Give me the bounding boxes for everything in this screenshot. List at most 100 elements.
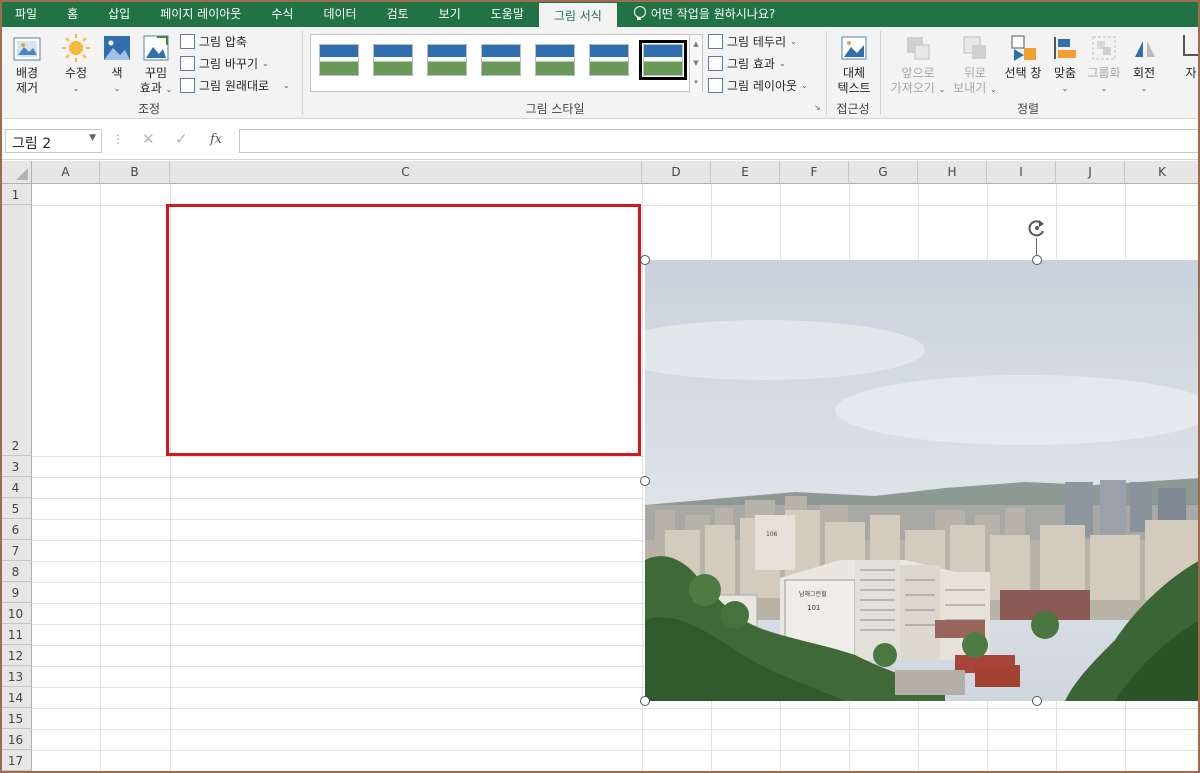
row-header[interactable]: 4: [0, 477, 32, 498]
tab-help[interactable]: 도움말: [476, 0, 539, 27]
resize-handle-middle-left[interactable]: [640, 476, 650, 486]
bring-forward-label-2: 가져오기: [890, 81, 935, 95]
row-header[interactable]: 2: [0, 205, 32, 456]
row-header[interactable]: 12: [0, 645, 32, 666]
tab-data[interactable]: 데이터: [308, 0, 371, 27]
column-header[interactable]: G: [849, 161, 918, 184]
resize-handle-top-left[interactable]: [640, 255, 650, 265]
row-header[interactable]: 16: [0, 729, 32, 750]
reset-picture-button[interactable]: 그림 원래대로 ⌄: [180, 77, 290, 94]
send-backward-button[interactable]: 뒤로 보내기 ⌄: [950, 33, 1000, 97]
resize-handle-top-middle[interactable]: [1032, 255, 1042, 265]
align-button[interactable]: 맞춤 ⌄: [1048, 33, 1082, 96]
sun-icon: [61, 33, 91, 63]
color-button[interactable]: 색 ⌄: [100, 33, 134, 96]
row-header[interactable]: 6: [0, 519, 32, 540]
alt-text-button[interactable]: 대체 텍스트: [832, 33, 876, 96]
alt-text-label-1: 대체: [842, 66, 866, 80]
row-header[interactable]: 8: [0, 561, 32, 582]
adjust-group-label: 조정: [137, 102, 161, 116]
group-divider: [302, 31, 303, 115]
column-header[interactable]: C: [170, 161, 642, 184]
column-header[interactable]: E: [711, 161, 780, 184]
gallery-scroll[interactable]: ▲ ▼ ▾: [689, 35, 702, 93]
selection-pane-button[interactable]: 선택 창: [1002, 33, 1044, 81]
name-box[interactable]: 그림 2 ▼: [5, 129, 102, 153]
row-header[interactable]: 15: [0, 708, 32, 729]
row-header[interactable]: 14: [0, 687, 32, 708]
rotate-handle-icon[interactable]: [1027, 218, 1047, 238]
column-header[interactable]: F: [780, 161, 849, 184]
building-sign-name: 남해그린힐: [799, 590, 827, 598]
cancel-icon[interactable]: ✕: [142, 130, 155, 148]
row-header[interactable]: 3: [0, 456, 32, 477]
tab-review[interactable]: 검토: [372, 0, 424, 27]
remove-background-label-1: 배경: [15, 66, 39, 80]
gridline: [32, 729, 1200, 730]
tab-picture-format[interactable]: 그림 서식: [538, 3, 617, 27]
chevron-down-icon: ⌄: [801, 81, 808, 90]
tab-file[interactable]: 파일: [0, 0, 52, 27]
resize-handle-bottom-left[interactable]: [640, 696, 650, 706]
tab-formulas[interactable]: 수식: [256, 0, 308, 27]
gridline: [100, 184, 101, 773]
row-header[interactable]: 17: [0, 750, 32, 771]
picture-style-7[interactable]: [639, 40, 687, 80]
enter-icon[interactable]: ✓: [175, 130, 188, 148]
tab-insert[interactable]: 삽입: [93, 0, 145, 27]
tab-home[interactable]: 홈: [52, 0, 93, 27]
picture-style-4[interactable]: [481, 44, 521, 76]
picture-style-1[interactable]: [319, 44, 359, 76]
formula-input[interactable]: [239, 129, 1199, 153]
red-rectangle-shape[interactable]: [166, 204, 641, 456]
picture-style-6[interactable]: [589, 44, 629, 76]
column-header[interactable]: H: [918, 161, 987, 184]
picture-style-2[interactable]: [373, 44, 413, 76]
compress-pictures-button[interactable]: 그림 압축: [180, 33, 247, 50]
dialog-launcher-icon[interactable]: ↘: [814, 103, 821, 112]
remove-background-button[interactable]: 배경 제거: [8, 33, 46, 96]
chevron-down-icon: ⌄: [1100, 84, 1108, 93]
ribbon-tabs: 파일 홈 삽입 페이지 레이아웃 수식 데이터 검토 보기 도움말 그림 서식 …: [0, 0, 1200, 27]
row-header[interactable]: 13: [0, 666, 32, 687]
group-button[interactable]: 그룹화 ⌄: [1084, 33, 1124, 96]
chevron-down-icon[interactable]: ▼: [89, 133, 96, 143]
picture-layout-label: 그림 레이아웃: [727, 79, 798, 93]
effects-icon: [708, 56, 723, 71]
column-header[interactable]: J: [1056, 161, 1125, 184]
picture-styles-gallery: ▲ ▼ ▾: [310, 34, 703, 93]
row-header[interactable]: 9: [0, 582, 32, 603]
crop-button[interactable]: 자: [1176, 33, 1200, 81]
column-header[interactable]: D: [642, 161, 711, 184]
tell-me-box[interactable]: 어떤 작업을 원하시나요?: [617, 0, 775, 27]
arrange-group-label: 정렬: [1016, 102, 1040, 116]
picture-style-3[interactable]: [427, 44, 467, 76]
row-header[interactable]: 5: [0, 498, 32, 519]
change-picture-icon: [180, 56, 195, 71]
column-header[interactable]: K: [1125, 161, 1200, 184]
tab-view[interactable]: 보기: [424, 0, 476, 27]
row-header[interactable]: 11: [0, 624, 32, 645]
bring-forward-button[interactable]: 앞으로 가져오기 ⌄: [888, 33, 948, 97]
rotate-label: 회전: [1132, 66, 1156, 80]
row-header[interactable]: 10: [0, 603, 32, 624]
picture-style-5[interactable]: [535, 44, 575, 76]
corrections-button[interactable]: 수정 ⌄: [57, 33, 95, 96]
select-all-corner[interactable]: [0, 161, 32, 184]
artistic-effects-button[interactable]: 꾸밈 효과 ⌄: [137, 33, 175, 97]
column-header[interactable]: B: [100, 161, 170, 184]
row-header[interactable]: 1: [0, 184, 32, 205]
column-header[interactable]: I: [987, 161, 1056, 184]
picture-border-button[interactable]: 그림 테두리 ⌄: [708, 33, 797, 50]
column-header[interactable]: A: [32, 161, 100, 184]
artistic-effects-label-2: 효과 ⌄: [139, 81, 173, 95]
city-photo[interactable]: 108 106 남해그린힐 101: [645, 260, 1200, 701]
tab-page-layout[interactable]: 페이지 레이아웃: [145, 0, 256, 27]
insert-function-icon[interactable]: fx: [210, 132, 222, 147]
change-picture-button[interactable]: 그림 바꾸기 ⌄: [180, 55, 269, 72]
resize-handle-bottom-middle[interactable]: [1032, 696, 1042, 706]
rotate-button[interactable]: 회전 ⌄: [1126, 33, 1162, 96]
picture-layout-button[interactable]: 그림 레이아웃 ⌄: [708, 77, 808, 94]
picture-effects-button[interactable]: 그림 효과 ⌄: [708, 55, 786, 72]
row-header[interactable]: 7: [0, 540, 32, 561]
